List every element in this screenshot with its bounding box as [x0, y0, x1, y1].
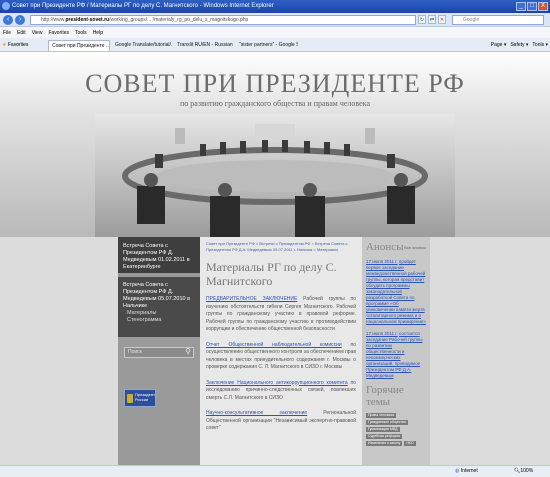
search-placeholder: Google: [463, 17, 480, 23]
site-search-placeholder: Поиск: [128, 349, 142, 355]
stop-icon[interactable]: ✕: [438, 15, 446, 24]
materials-link[interactable]: Материалы: [123, 310, 195, 317]
menu-view[interactable]: View: [32, 28, 43, 38]
search-icon[interactable]: ⚲: [185, 347, 191, 356]
command-bar: Page ▾ Safety ▾ Tools ▾: [491, 41, 548, 49]
site-search-input[interactable]: Поиск ⚲: [124, 347, 194, 358]
menu-file[interactable]: File: [3, 28, 11, 38]
announcement-1: 17 июля 2011 г. пройдет первое заседание…: [366, 259, 426, 325]
doc-paragraph-1: ПРЕДВАРИТЕЛЬНОЕ ЗАКЛЮЧЕНИЕ Рабочей групп…: [206, 296, 356, 334]
tabs-bar: ★ Favorites Совет при Президенте ... Goo…: [0, 38, 550, 52]
tag[interactable]: Гражданское общество: [366, 420, 408, 425]
web-page: СОВЕТ ПРИ ПРЕЗИДЕНТЕ РФ по развитию граж…: [0, 52, 550, 465]
president-banner-label: Президент России: [135, 392, 155, 402]
search-input[interactable]: Google: [452, 15, 544, 25]
zone-label: Internet: [460, 468, 478, 474]
site-header: СОВЕТ ПРИ ПРЕЗИДЕНТЕ РФ по развитию граж…: [0, 52, 550, 237]
tag[interactable]: Судебная реформа: [366, 434, 402, 439]
site-subtitle: по развитию гражданского общества и прав…: [180, 99, 370, 108]
tools-menu[interactable]: Tools ▾: [532, 41, 548, 49]
menu-bar: File Edit View Favorites Tools Help: [0, 28, 550, 38]
tab-google-translate[interactable]: Google Translate/tutorial/...: [112, 40, 172, 51]
left-column: Встреча Совета с Президентом РФ Д. Медве…: [118, 237, 200, 465]
url-host: president-sovet.ru: [65, 17, 110, 23]
site-title: СОВЕТ ПРИ ПРЕЗИДЕНТЕ РФ: [85, 69, 465, 98]
announcement-2-date[interactable]: 17 июля 2011 г.: [366, 331, 398, 336]
address-actions: ↻ ⇄ ✕: [418, 15, 446, 24]
back-arrow-icon[interactable]: ‹: [3, 15, 13, 25]
news-block-nalchik: Встреча Совета с Президентом РФ Д. Медве…: [118, 277, 200, 337]
menu-tools[interactable]: Tools: [75, 28, 87, 38]
safety-menu[interactable]: Safety ▾: [510, 41, 528, 49]
url-path: /working_groups/... /materialy_rg_po_del…: [109, 17, 249, 23]
announcements-title: Анонсы: [366, 241, 404, 253]
refresh-icon[interactable]: ↻: [418, 15, 426, 24]
main-column: Совет при Президенте РФ > Встречи с През…: [200, 237, 362, 465]
doc-paragraph-2: Отчет Общественной наблюдательной комисс…: [206, 342, 356, 372]
doc-paragraph-3: Заключение Национального антикоррупционн…: [206, 380, 356, 403]
announcement-2-text[interactable]: состоится заседание Рабочей группы по ра…: [366, 331, 423, 378]
title-bar: Совет при Президенте РФ / Материалы РГ п…: [0, 0, 550, 13]
right-column: Анонсы Все анонсы 17 июля 2011 г. пройдет…: [362, 237, 430, 465]
menu-favorites[interactable]: Favorites: [48, 28, 69, 38]
breadcrumb[interactable]: Совет при Президенте РФ > Встречи с През…: [206, 241, 356, 253]
doc-paragraph-4: Научно-консультативное заключение Регион…: [206, 410, 356, 433]
favorites-label: Favorites: [7, 42, 29, 48]
page-title: Материалы РГ по делу С. Магнитского: [206, 260, 337, 288]
tag[interactable]: НКО: [404, 441, 416, 446]
all-announcements-link[interactable]: Все анонсы: [404, 245, 426, 250]
transcript-link[interactable]: Стенограмма: [123, 317, 195, 324]
maximize-button[interactable]: □: [527, 2, 537, 11]
tab-sovet[interactable]: Совет при Президенте ...: [48, 40, 110, 51]
window-controls: _ □ X: [516, 2, 548, 11]
page-menu[interactable]: Page ▾: [491, 41, 507, 49]
doc-link-4[interactable]: Научно-консультативное заключение: [206, 410, 307, 416]
favorites-button[interactable]: ★ Favorites: [2, 41, 28, 49]
globe-icon: ◍: [455, 468, 460, 474]
announcement-2: 17 июля 2011 г. состоится заседание Рабо…: [366, 331, 426, 379]
menu-help[interactable]: Help: [93, 28, 103, 38]
address-bar-row: ‹ › http://www.president-sovet.ru/workin…: [0, 13, 550, 27]
announcements-heading: Анонсы Все анонсы: [366, 241, 426, 253]
news-link-nalchik[interactable]: Встреча Совета с Президентом РФ Д. Медве…: [123, 282, 190, 309]
content-area: Встреча Совета с Президентом РФ Д. Медве…: [118, 237, 430, 465]
announcement-1-text[interactable]: пройдет первое заседание межведомственно…: [366, 259, 426, 324]
minimize-button[interactable]: _: [516, 2, 526, 11]
president-banner[interactable]: Президент России: [124, 389, 156, 407]
tag-cloud: Права человека Гражданское общество Гума…: [366, 413, 426, 446]
window-title: Совет при Президенте РФ / Материалы РГ п…: [12, 3, 274, 9]
ie-logo-icon: [2, 2, 10, 10]
tab-translit[interactable]: Translit RU/EN - Russian Tra...: [174, 40, 234, 51]
doc-link-2[interactable]: Отчет Общественной наблюдательной комисс…: [206, 342, 342, 348]
star-icon: ★: [2, 42, 7, 48]
announcement-1-date[interactable]: 17 июля 2011 г.: [366, 259, 398, 264]
tag[interactable]: Изменения к закону: [366, 441, 403, 446]
menu-edit[interactable]: Edit: [17, 28, 26, 38]
tag[interactable]: Права человека: [366, 413, 397, 418]
status-bar: ◍ Internet 🔍︎100%: [0, 465, 550, 477]
zoom-control[interactable]: 🔍︎100%: [514, 466, 533, 477]
security-zone: ◍ Internet: [455, 466, 478, 477]
forward-arrow-icon[interactable]: ›: [15, 15, 25, 25]
browser-window: Совет при Президенте РФ / Материалы РГ п…: [0, 0, 550, 477]
tag[interactable]: Гуманизация МВД: [366, 427, 400, 432]
compat-icon[interactable]: ⇄: [428, 15, 436, 24]
zoom-label: 100%: [520, 468, 534, 474]
close-button[interactable]: X: [538, 2, 548, 11]
tab-sister-partners[interactable]: "sister partners" - Google S...: [236, 40, 298, 51]
hot-topics-heading: Горячие темы: [366, 384, 404, 408]
doc-link-3[interactable]: Заключение Национального антикоррупционн…: [206, 380, 348, 386]
meeting-photo: [95, 114, 455, 237]
doc-link-1[interactable]: ПРЕДВАРИТЕЛЬНОЕ ЗАКЛЮЧЕНИЕ: [206, 296, 297, 302]
url-prefix: http://www.: [41, 17, 66, 23]
news-link-ekaterinburg[interactable]: Встреча Совета с Президентом РФ Д. Медве…: [118, 237, 200, 273]
emblem-icon: [127, 394, 133, 403]
address-input[interactable]: http://www.president-sovet.ru/working_gr…: [30, 15, 416, 25]
